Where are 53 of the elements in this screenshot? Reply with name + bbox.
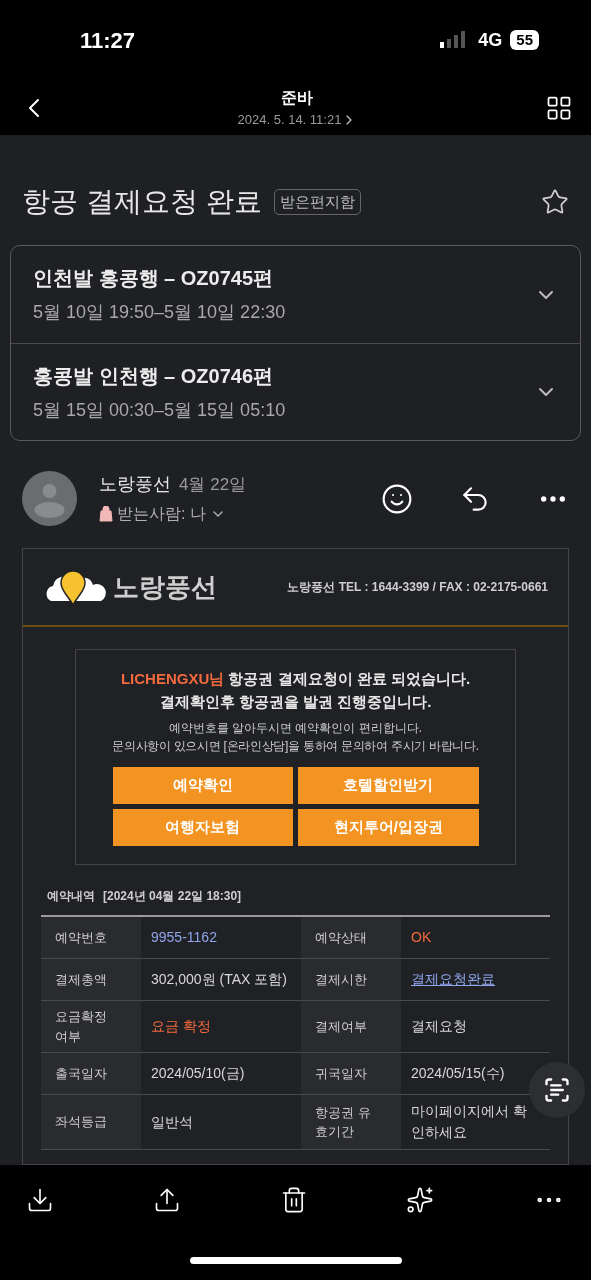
- action-button[interactable]: 현지투어/입장권: [298, 809, 479, 846]
- field-value: 2024/05/10(금): [151, 1064, 245, 1083]
- sender-name: 노랑풍선: [99, 473, 171, 496]
- sender-title: 준바: [281, 87, 314, 108]
- avatar-icon: [22, 471, 77, 526]
- recipient-label[interactable]: 받는사람: 나: [117, 502, 206, 526]
- flight-times: 5월 10일 19:50–5월 10일 22:30: [33, 301, 287, 324]
- field-value: 마이페이지에서 확인하세요: [411, 1102, 528, 1142]
- field-label: 항공권 유효기간: [315, 1103, 372, 1141]
- network-label: 4G: [478, 28, 503, 52]
- field-label: 결제시한: [315, 970, 368, 989]
- action-button[interactable]: 호텔할인받기: [298, 767, 479, 804]
- folder-tag: 받은편지함: [273, 188, 361, 216]
- field-label: 결제총액: [55, 970, 108, 989]
- section-heading: 예약내역: [47, 888, 95, 905]
- field-label: 귀국일자: [315, 1064, 368, 1083]
- mail-date[interactable]: 2024. 5. 14. 11:21: [237, 109, 342, 130]
- star-icon[interactable]: [541, 188, 569, 216]
- field-label: 예약상태: [315, 928, 368, 947]
- flight-title: 홍콩발 인천행 – OZ0746편: [33, 363, 275, 389]
- field-value: 일반석: [151, 1112, 193, 1132]
- emoji-icon[interactable]: [381, 482, 413, 515]
- notice-text: 예약번호를 알아두시면 예약확인이 편리합니다.: [168, 720, 423, 737]
- notice-heading: LICHENGXU님 항공권 결제요청이 완료 되었습니다.: [120, 669, 471, 689]
- scan-text-icon: [543, 1076, 571, 1104]
- flight-times: 5월 15일 00:30–5월 15일 05:10: [33, 398, 287, 422]
- contact-info: 노랑풍선 TEL : 1644-3399 / FAX : 02-2175-0661: [286, 579, 548, 596]
- field-value: 결제요청: [411, 1017, 467, 1036]
- field-value: 2024/05/15(수): [411, 1064, 505, 1083]
- download-icon[interactable]: [26, 1186, 54, 1214]
- action-button[interactable]: 여행자보험: [112, 809, 293, 846]
- field-label: 결제여부: [315, 1017, 368, 1036]
- bag-icon: [99, 506, 113, 522]
- field-label: 출국일자: [55, 1064, 108, 1083]
- sparkle-icon[interactable]: [406, 1186, 435, 1214]
- flight-title: 인천발 홍콩행 – OZ0745편: [33, 266, 275, 291]
- section-timestamp: [2024년 04월 22일 18:30]: [103, 888, 242, 905]
- notice-subheading: 결제확인후 항공권을 발권 진행중입니다.: [159, 691, 432, 712]
- field-value[interactable]: 결제요청완료: [411, 969, 495, 990]
- field-label: 좌석등급: [55, 1113, 108, 1132]
- notice-text: 문의사항이 있으시면 [온라인상담]을 통하여 문의하여 주시기 바랍니다.: [112, 738, 479, 755]
- battery-indicator: 55: [510, 30, 539, 50]
- field-label: 요금확정 여부: [55, 1008, 108, 1046]
- field-label: 예약번호: [55, 928, 108, 947]
- field-value: 9955-1162: [151, 928, 217, 947]
- mail-subject: 항공 결제요청 완료: [22, 185, 262, 219]
- sent-date: 4월 22일: [179, 474, 247, 496]
- field-value: 302,000원 (TAX 포함): [151, 970, 287, 989]
- brand-logo-text: 노랑풍선: [113, 570, 217, 604]
- field-value: OK: [411, 928, 432, 947]
- status-time: 11:27: [80, 26, 136, 55]
- field-value: 요금 확정: [151, 1017, 211, 1036]
- action-button[interactable]: 예약확인: [112, 767, 293, 804]
